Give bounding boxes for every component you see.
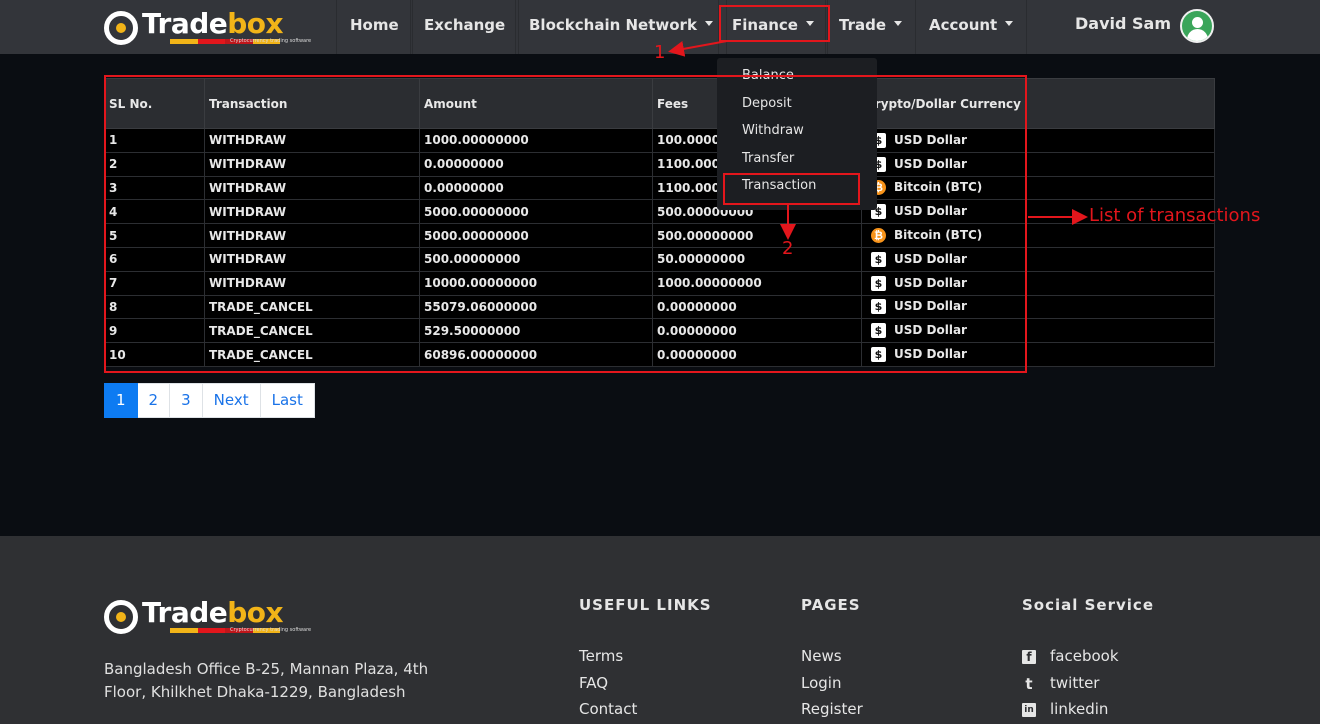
- brand-name: Tradebox: [142, 7, 284, 40]
- chevron-down-icon: [704, 21, 713, 26]
- footer-social-title: Social Service: [1022, 596, 1154, 614]
- footer-social-facebook[interactable]: facebook: [1050, 647, 1119, 665]
- footer-brand-name: Tradebox: [142, 596, 284, 629]
- annotation-box-finance: [719, 5, 830, 42]
- footer-address: Bangladesh Office B-25, Mannan Plaza, 4t…: [104, 660, 429, 701]
- page-2-button[interactable]: 2: [137, 383, 171, 418]
- annotation-step-1: 1: [654, 42, 666, 63]
- annotation-list-label: List of transactions: [1089, 205, 1261, 226]
- user-name[interactable]: David Sam: [1075, 14, 1171, 33]
- footer-link-contact[interactable]: Contact: [579, 700, 637, 718]
- chevron-down-icon: [1005, 21, 1014, 26]
- annotation-box-table: [104, 75, 1027, 373]
- annotation-step-2: 2: [782, 238, 794, 259]
- footer-link-login[interactable]: Login: [801, 674, 841, 692]
- footer-useful-links-title: USEFUL LINKS: [579, 596, 712, 614]
- footer-link-news[interactable]: News: [801, 647, 842, 665]
- footer-social-linkedin[interactable]: linkedin: [1050, 700, 1108, 718]
- footer-pages-title: PAGES: [801, 596, 861, 614]
- footer-link-terms[interactable]: Terms: [579, 647, 623, 665]
- footer-link-faq[interactable]: FAQ: [579, 674, 608, 692]
- page-3-button[interactable]: 3: [170, 383, 203, 418]
- linkedin-icon: in: [1022, 703, 1036, 717]
- footer-social-twitter[interactable]: twitter: [1050, 674, 1099, 692]
- last-page-button[interactable]: Last: [260, 383, 315, 418]
- pagination: 1 2 3 Next Last: [104, 383, 315, 418]
- page-1-button[interactable]: 1: [104, 383, 138, 418]
- brand-tagline: Cryptocurrency trading software: [230, 38, 312, 44]
- nav-blockchain-network[interactable]: Blockchain Network: [515, 0, 727, 54]
- footer: Tradebox Cryptocurrency trading software…: [0, 536, 1320, 724]
- nav-home[interactable]: Home: [336, 0, 413, 54]
- avatar[interactable]: [1180, 9, 1214, 43]
- nav-exchange[interactable]: Exchange: [410, 0, 520, 54]
- nav-trade[interactable]: Trade: [825, 0, 917, 54]
- footer-link-register[interactable]: Register: [801, 700, 863, 718]
- footer-brand-logo[interactable]: Tradebox Cryptocurrency trading software: [104, 596, 311, 636]
- logo-mark-icon: [104, 600, 138, 634]
- next-page-button[interactable]: Next: [202, 383, 261, 418]
- chevron-down-icon: [894, 21, 903, 26]
- brand-logo[interactable]: Tradebox Cryptocurrency trading software: [104, 7, 314, 47]
- logo-mark-icon: [104, 11, 138, 45]
- footer-brand-tagline: Cryptocurrency trading software: [230, 627, 312, 633]
- user-icon: [1192, 17, 1203, 28]
- twitter-icon: t: [1025, 675, 1033, 693]
- facebook-icon: f: [1022, 650, 1036, 664]
- nav-account[interactable]: Account: [915, 0, 1028, 54]
